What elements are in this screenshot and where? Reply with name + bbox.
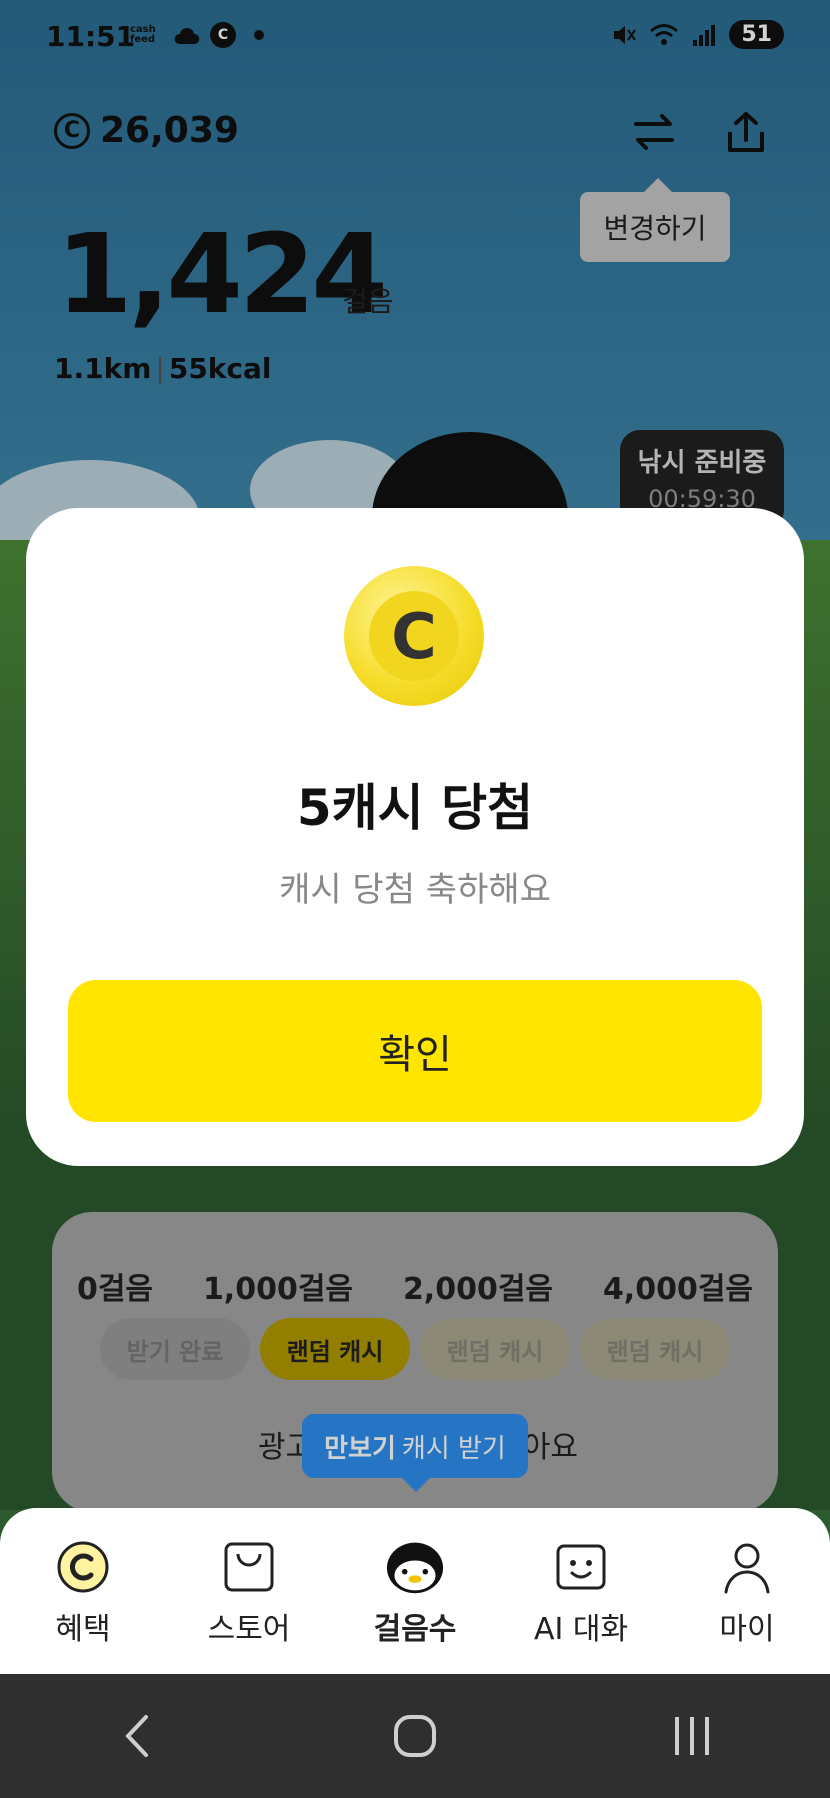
nav-item-my[interactable]: 마이: [672, 1538, 822, 1648]
coin-icon: C: [344, 566, 484, 706]
recent-apps-icon[interactable]: [652, 1696, 732, 1776]
nav-label-benefits: 혜택: [55, 1612, 111, 1647]
system-navigation-bar: [0, 1674, 830, 1798]
nav-item-steps[interactable]: 걸음수: [340, 1538, 490, 1648]
home-icon[interactable]: [375, 1696, 455, 1776]
coin-symbol: C: [369, 591, 459, 681]
confirm-button[interactable]: 확인: [68, 980, 762, 1122]
shopping-bag-icon: [220, 1538, 278, 1596]
penguin-icon: [386, 1538, 444, 1596]
back-icon[interactable]: [98, 1696, 178, 1776]
nav-label-ai-chat: AI 대화: [533, 1612, 629, 1647]
nav-item-store[interactable]: 스토어: [174, 1538, 324, 1648]
modal-subtitle: 캐시 당첨 축하해요: [279, 870, 551, 910]
coin-icon: [54, 1538, 112, 1596]
modal-title: 5캐시 당첨: [296, 779, 534, 837]
nav-label-steps: 걸음수: [373, 1612, 457, 1647]
nav-label-store: 스토어: [207, 1612, 291, 1647]
chat-face-icon: [552, 1538, 610, 1596]
person-icon: [718, 1538, 776, 1596]
nav-item-ai-chat[interactable]: AI 대화: [506, 1538, 656, 1648]
nav-item-benefits[interactable]: 혜택: [8, 1538, 158, 1648]
nav-label-my: 마이: [719, 1612, 775, 1647]
bottom-navigation: 혜택 스토어 걸음수 AI 대화 마이: [0, 1508, 830, 1674]
